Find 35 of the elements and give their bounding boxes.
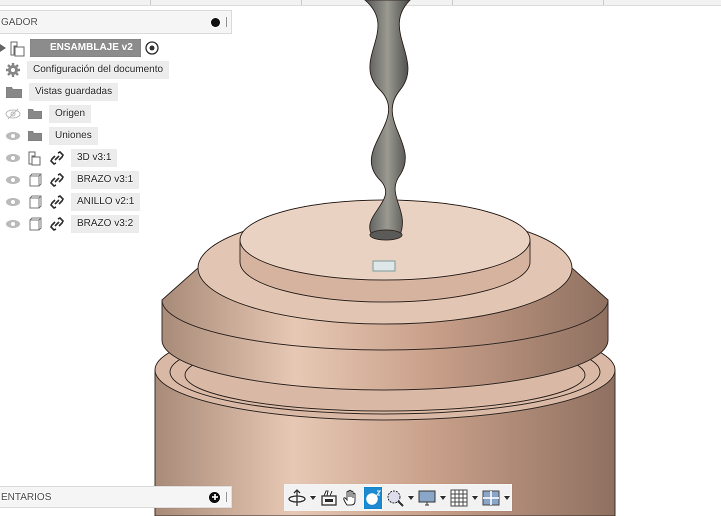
tree-item-label[interactable]: ANILLO v2:1: [71, 193, 140, 211]
caret-icon: [504, 496, 510, 500]
add-icon[interactable]: [209, 492, 220, 502]
folder-icon: [27, 130, 43, 142]
tree-item-label[interactable]: 3D v3:1: [71, 149, 118, 167]
folder-icon: [27, 108, 43, 120]
box-icon: [27, 216, 43, 232]
link-icon: [49, 150, 65, 166]
collapse-icon[interactable]: [211, 18, 220, 26]
caret-icon: [408, 496, 414, 500]
panel-title: ENTARIOS: [1, 492, 52, 502]
link-icon: [49, 172, 65, 188]
link-icon: [49, 216, 65, 232]
components-icon: [27, 150, 43, 166]
tree-item-label[interactable]: Origen: [49, 105, 92, 123]
box-icon: [27, 172, 43, 188]
gear-icon: [5, 62, 21, 78]
tree-item-label[interactable]: Configuración del documento: [27, 61, 170, 79]
panel-title: GADOR: [1, 16, 39, 28]
zoom-icon[interactable]: [364, 486, 382, 508]
tree-item-label[interactable]: BRAZO v3:1: [71, 171, 140, 189]
tree-item-label[interactable]: BRAZO v3:2: [71, 215, 140, 233]
grid-icon[interactable]: [450, 486, 468, 508]
tree-item-label[interactable]: Uniones: [49, 127, 98, 145]
caret-icon: [472, 496, 478, 500]
components-icon: [9, 39, 27, 57]
orbit-icon[interactable]: [288, 486, 306, 508]
target-icon: [144, 40, 160, 56]
caret-icon: [440, 496, 446, 500]
link-icon: [49, 194, 65, 210]
caret-icon: [310, 496, 316, 500]
expand-arrow-icon: [0, 44, 6, 52]
tree-item-label[interactable]: Vistas guardadas: [29, 83, 118, 101]
box-icon: [27, 194, 43, 210]
folder-icon: [5, 86, 23, 98]
